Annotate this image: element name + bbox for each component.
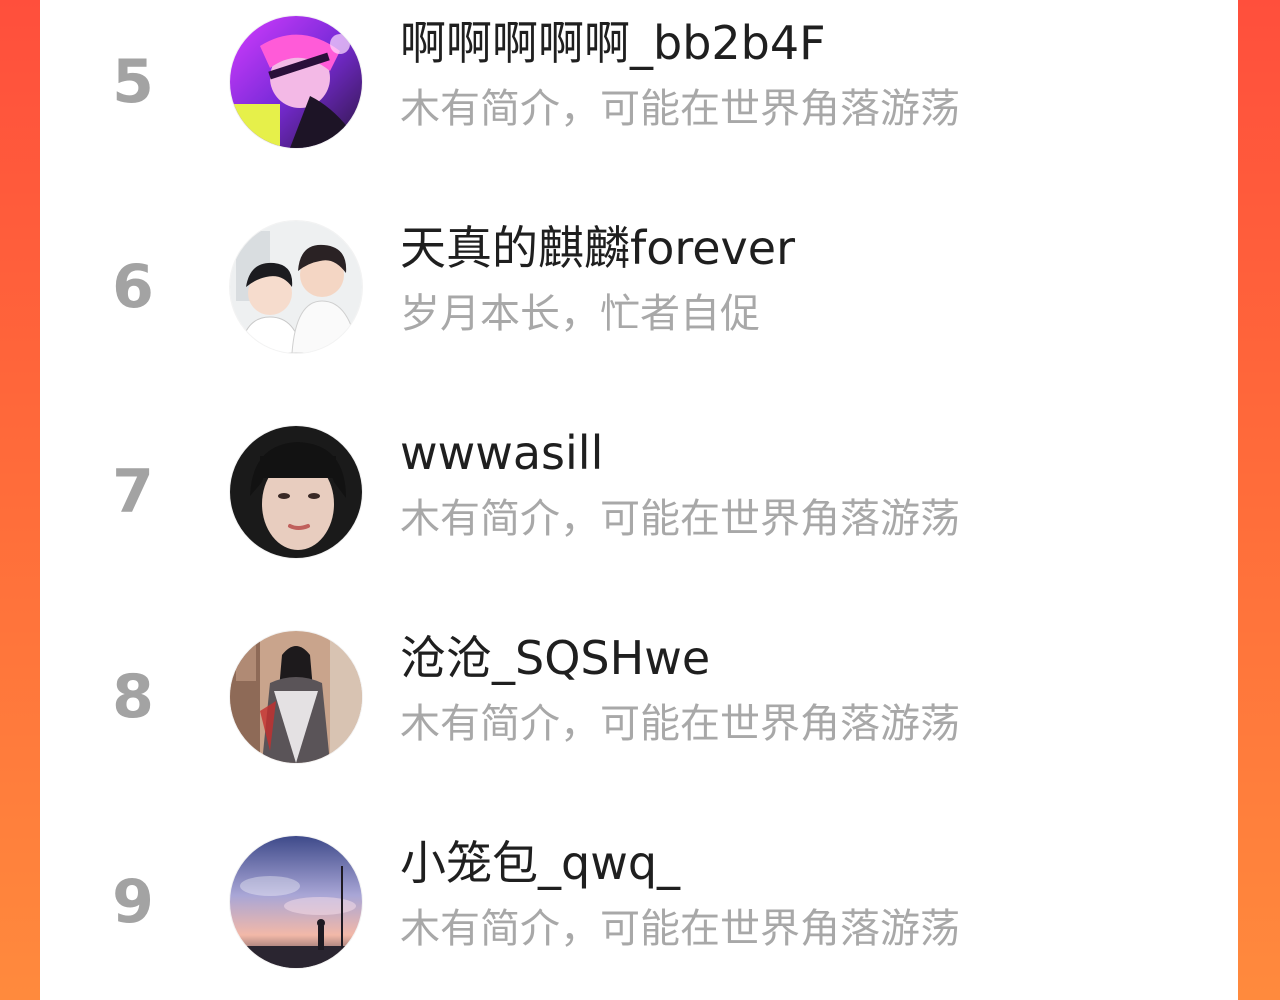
- user-name[interactable]: wwwasill: [400, 423, 603, 483]
- user-bio: 木有简介，可能在世界角落游荡: [400, 906, 960, 952]
- user-name[interactable]: 小笼包_qwq_: [400, 833, 680, 893]
- user-bio: 木有简介，可能在世界角落游荡: [400, 701, 960, 747]
- user-avatar[interactable]: [230, 631, 362, 763]
- ranking-list-item[interactable]: 5 啊啊啊啊啊_bb2b4F 木有简介，可能在世界角落游荡: [40, 13, 1238, 163]
- illustration-avatar-sky-sunset-icon: [230, 836, 362, 968]
- user-avatar[interactable]: [230, 221, 362, 353]
- anime-avatar-robed-figure-icon: [230, 631, 362, 763]
- rank-number: 5: [112, 47, 154, 117]
- ranking-list-panel: 5 啊啊啊啊啊_bb2b4F 木有简介，可能在世界角落游荡 6 天真的麒麟for…: [40, 0, 1238, 1000]
- rank-number: 6: [112, 252, 154, 322]
- user-name[interactable]: 天真的麒麟forever: [400, 218, 795, 278]
- user-avatar[interactable]: [230, 426, 362, 558]
- user-avatar[interactable]: [230, 16, 362, 148]
- user-avatar[interactable]: [230, 836, 362, 968]
- ranking-list-item[interactable]: 9 小笼包_qwq_ 木有简介，可能在世界角落游荡: [40, 833, 1238, 983]
- user-name[interactable]: 啊啊啊啊啊_bb2b4F: [400, 13, 826, 73]
- photo-avatar-girl-bangs-icon: [230, 426, 362, 558]
- ranking-list-item[interactable]: 8 沧沧_SQSHwe 木有简介，可能在世界角落游荡: [40, 628, 1238, 778]
- user-bio: 木有简介，可能在世界角落游荡: [400, 86, 960, 132]
- anime-avatar-two-boys-icon: [230, 221, 362, 353]
- rank-number: 9: [112, 867, 154, 937]
- user-bio: 木有简介，可能在世界角落游荡: [400, 496, 960, 542]
- anime-avatar-purple-neon-icon: [230, 16, 362, 148]
- ranking-list-item[interactable]: 6 天真的麒麟forever 岁月本长，忙者自促: [40, 218, 1238, 368]
- user-bio: 岁月本长，忙者自促: [400, 291, 760, 337]
- ranking-list-item[interactable]: 7 wwwasill 木有简介，可能在世界角落游荡: [40, 423, 1238, 573]
- user-name[interactable]: 沧沧_SQSHwe: [400, 628, 710, 688]
- rank-number: 8: [112, 662, 154, 732]
- rank-number: 7: [112, 457, 154, 527]
